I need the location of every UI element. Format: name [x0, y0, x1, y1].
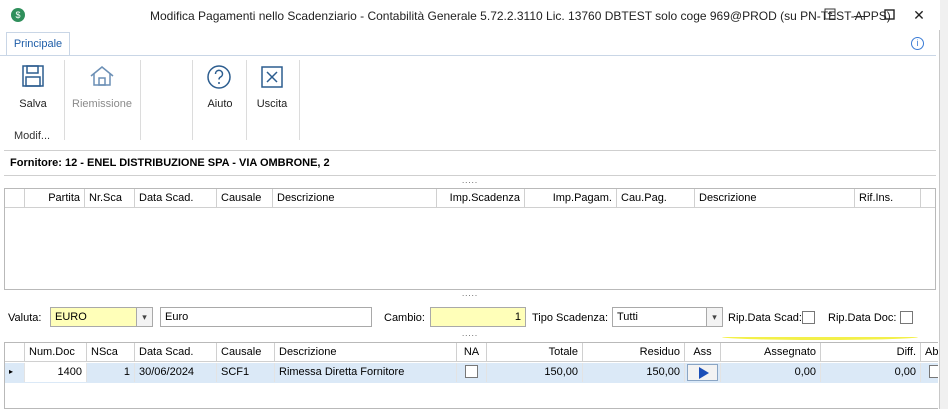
- column-header[interactable]: Assegnato: [721, 343, 821, 362]
- splitter-handle[interactable]: .....: [4, 330, 936, 339]
- splitter-handle[interactable]: .....: [4, 177, 936, 186]
- column-header[interactable]: Num.Doc: [25, 343, 87, 362]
- ribbon-separator: [246, 60, 247, 140]
- save-button[interactable]: Salva: [8, 60, 58, 120]
- rip-data-scad-checkbox[interactable]: [802, 311, 815, 324]
- main-window: $ Modifica Pagamenti nello Scadenziario …: [0, 0, 940, 409]
- chevron-down-icon[interactable]: ▾: [706, 307, 723, 327]
- tipo-scadenza-label: Tipo Scadenza:: [532, 312, 609, 324]
- diff-cell[interactable]: 0,00: [821, 363, 921, 382]
- column-header[interactable]: Descrizione: [275, 343, 457, 362]
- exit-button[interactable]: Uscita: [250, 60, 294, 120]
- column-header[interactable]: Imp.Pagam.: [525, 189, 617, 208]
- rip-data-scad-label: Rip.Data Scad:: [728, 312, 802, 324]
- home-icon: [90, 66, 114, 86]
- residuo-cell[interactable]: 150,00: [583, 363, 685, 382]
- totale-cell[interactable]: 150,00: [487, 363, 583, 382]
- scadenze-grid[interactable]: Partita Nr.Sca Data Scad. Causale Descri…: [4, 188, 936, 290]
- column-header[interactable]: NA: [457, 343, 487, 362]
- column-header[interactable]: Rif.Ins.: [855, 189, 921, 208]
- row-indicator-header: [5, 189, 25, 208]
- riemissione-button-label: Riemissione: [72, 98, 132, 110]
- na-checkbox[interactable]: [465, 365, 478, 378]
- valuta-description: Euro: [160, 307, 372, 327]
- title-bar: $ Modifica Pagamenti nello Scadenziario …: [0, 0, 940, 30]
- valuta-label: Valuta:: [8, 312, 42, 324]
- column-header[interactable]: Cau.Pag.: [617, 189, 695, 208]
- column-header[interactable]: Abl: [921, 343, 938, 362]
- abl-checkbox[interactable]: [929, 365, 938, 378]
- ribbon-separator: [192, 60, 193, 140]
- column-header[interactable]: Nr.Sca: [85, 189, 135, 208]
- documenti-grid[interactable]: Num.Doc NSca Data Scad. Causale Descrizi…: [4, 342, 938, 409]
- num-doc-cell[interactable]: 1400: [25, 363, 87, 382]
- table-row[interactable]: ▸ 1400 1 30/06/2024 SCF1 Rimessa Diretta…: [5, 363, 938, 383]
- column-header[interactable]: Diff.: [821, 343, 921, 362]
- column-header[interactable]: Ass: [685, 343, 721, 362]
- cambio-input[interactable]: 1: [430, 307, 526, 327]
- window-title: Modifica Pagamenti nello Scadenziario - …: [150, 9, 891, 23]
- minimize-icon[interactable]: —: [851, 6, 871, 24]
- column-header[interactable]: Partita: [25, 189, 85, 208]
- column-header[interactable]: Causale: [217, 189, 273, 208]
- abl-cell: [921, 363, 938, 382]
- background-window-edge: [940, 0, 948, 409]
- data-scad-cell[interactable]: 30/06/2024: [135, 363, 217, 382]
- save-icon: [22, 65, 44, 87]
- supplier-text: Fornitore: 12 - ENEL DISTRIBUZIONE SPA -…: [10, 157, 330, 169]
- tab-principale[interactable]: Principale: [6, 32, 70, 56]
- save-button-label: Salva: [19, 98, 47, 110]
- help-icon: [207, 65, 231, 89]
- supplier-header: Fornitore: 12 - ENEL DISTRIBUZIONE SPA -…: [4, 150, 936, 176]
- column-header[interactable]: Descrizione: [273, 189, 437, 208]
- close-box-icon: [261, 66, 283, 88]
- riemissione-button[interactable]: Riemissione: [70, 60, 134, 120]
- ribbon-separator: [140, 60, 141, 140]
- splitter-handle[interactable]: .....: [4, 290, 936, 299]
- ribbon-panel: Salva Riemissione Aiuto Uscita Modif...: [0, 56, 936, 148]
- ass-cell: [685, 363, 721, 382]
- column-header[interactable]: Residuo: [583, 343, 685, 362]
- row-indicator-header: [5, 343, 25, 362]
- ribbon-separator: [299, 60, 300, 140]
- help-button-label: Aiuto: [207, 98, 233, 110]
- ribbon-separator: [64, 60, 65, 140]
- close-icon[interactable]: ✕: [909, 6, 929, 24]
- filter-row: Valuta: EURO ▾ Euro Cambio: 1 Tipo Scade…: [4, 306, 936, 330]
- maximize-icon[interactable]: [879, 6, 899, 24]
- info-icon[interactable]: i: [911, 37, 924, 50]
- column-header[interactable]: Imp.Scadenza: [437, 189, 525, 208]
- column-header[interactable]: Data Scad.: [135, 343, 217, 362]
- column-header[interactable]: Causale: [217, 343, 275, 362]
- na-cell: [457, 363, 487, 382]
- rip-data-doc-checkbox[interactable]: [900, 311, 913, 324]
- assign-play-button[interactable]: [687, 364, 718, 381]
- cambio-label: Cambio:: [384, 312, 425, 324]
- nsca-cell[interactable]: 1: [87, 363, 135, 382]
- column-header[interactable]: Totale: [487, 343, 583, 362]
- tipo-scadenza-select[interactable]: Tutti: [612, 307, 710, 327]
- column-header[interactable]: NSca: [87, 343, 135, 362]
- valuta-select[interactable]: EURO: [50, 307, 138, 327]
- scadenze-grid-header: Partita Nr.Sca Data Scad. Causale Descri…: [5, 189, 935, 208]
- help-button[interactable]: Aiuto: [198, 60, 242, 120]
- column-header[interactable]: Data Scad.: [135, 189, 217, 208]
- ribbon-group-label: Modif...: [14, 130, 51, 142]
- column-header[interactable]: Descrizione: [695, 189, 855, 208]
- rip-data-doc-label: Rip.Data Doc:: [828, 312, 897, 324]
- pin-icon[interactable]: [820, 6, 840, 24]
- documenti-grid-header: Num.Doc NSca Data Scad. Causale Descrizi…: [5, 343, 938, 362]
- row-indicator-icon: ▸: [5, 363, 25, 382]
- app-logo-icon[interactable]: $: [11, 8, 25, 22]
- descrizione-cell[interactable]: Rimessa Diretta Fornitore: [275, 363, 457, 382]
- causale-cell[interactable]: SCF1: [217, 363, 275, 382]
- assegnato-cell[interactable]: 0,00: [721, 363, 821, 382]
- exit-button-label: Uscita: [256, 98, 288, 110]
- chevron-down-icon[interactable]: ▾: [136, 307, 153, 327]
